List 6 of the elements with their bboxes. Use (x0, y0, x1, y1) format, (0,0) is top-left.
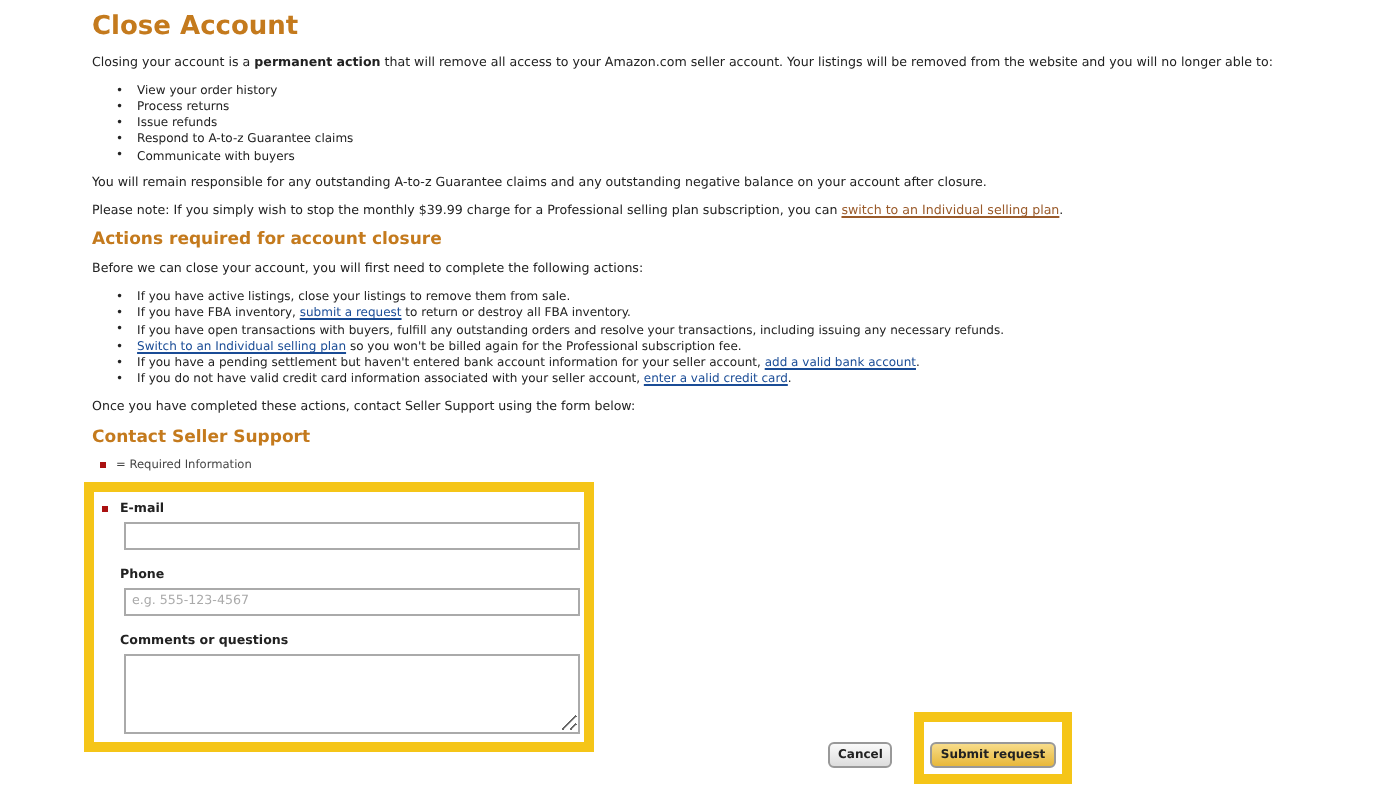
required-marker-icon (100, 462, 106, 469)
section-heading: Actions required for account closure (92, 230, 444, 251)
page-title: Close Account (92, 12, 301, 42)
section-heading: Contact Seller Support (92, 427, 313, 448)
comments-field[interactable] (124, 653, 580, 734)
input-field[interactable] (124, 521, 580, 550)
